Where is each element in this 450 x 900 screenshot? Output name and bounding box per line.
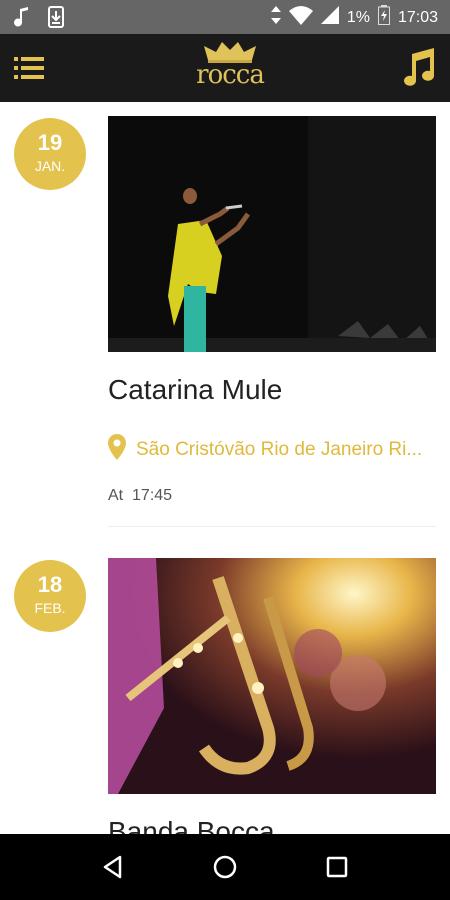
app-bar: rocca	[0, 34, 450, 102]
date-day: 18	[37, 572, 63, 597]
system-nav-bar	[0, 834, 450, 900]
recents-icon[interactable]	[322, 852, 352, 882]
app-logo: rocca	[180, 40, 280, 96]
download-icon	[48, 6, 64, 32]
divider	[108, 526, 436, 527]
data-arrows-icon	[270, 6, 281, 29]
time-label: At	[108, 487, 124, 504]
battery-level: 1%	[346, 8, 370, 26]
date-month: FEB.	[34, 600, 66, 616]
wifi-icon	[288, 5, 313, 30]
event-time: At 17:45	[108, 487, 172, 505]
date-month: JAN.	[34, 158, 66, 174]
back-icon[interactable]	[98, 852, 128, 882]
logo-text: rocca	[196, 60, 265, 90]
battery-icon	[377, 5, 390, 30]
clock: 17:03	[397, 8, 438, 26]
home-icon[interactable]	[210, 852, 240, 882]
date-badge: 19 JAN.	[14, 118, 86, 190]
event-title[interactable]: Catarina Mule	[108, 374, 282, 406]
event-image-saxophone[interactable]	[108, 558, 436, 794]
date-day: 19	[37, 130, 63, 155]
event-image-singer[interactable]	[108, 116, 436, 352]
music-note-icon	[14, 6, 30, 32]
music-note-icon[interactable]	[402, 48, 436, 88]
location-text: São Cristóvão Rio de Janeiro Ri...	[136, 439, 423, 460]
time-value: 17:45	[132, 487, 173, 504]
event-title[interactable]: Banda Bocca	[108, 816, 275, 834]
status-bar: 1% 17:03	[0, 0, 450, 34]
signal-icon	[320, 6, 339, 29]
date-badge: 18 FEB.	[14, 560, 86, 632]
event-feed[interactable]: 19 JAN. Catarina Mule São Cristóvão Rio …	[0, 102, 450, 834]
list-menu-icon[interactable]	[14, 56, 44, 80]
location-pin-icon	[108, 434, 126, 466]
event-location[interactable]: São Cristóvão Rio de Janeiro Ri...	[108, 434, 438, 466]
